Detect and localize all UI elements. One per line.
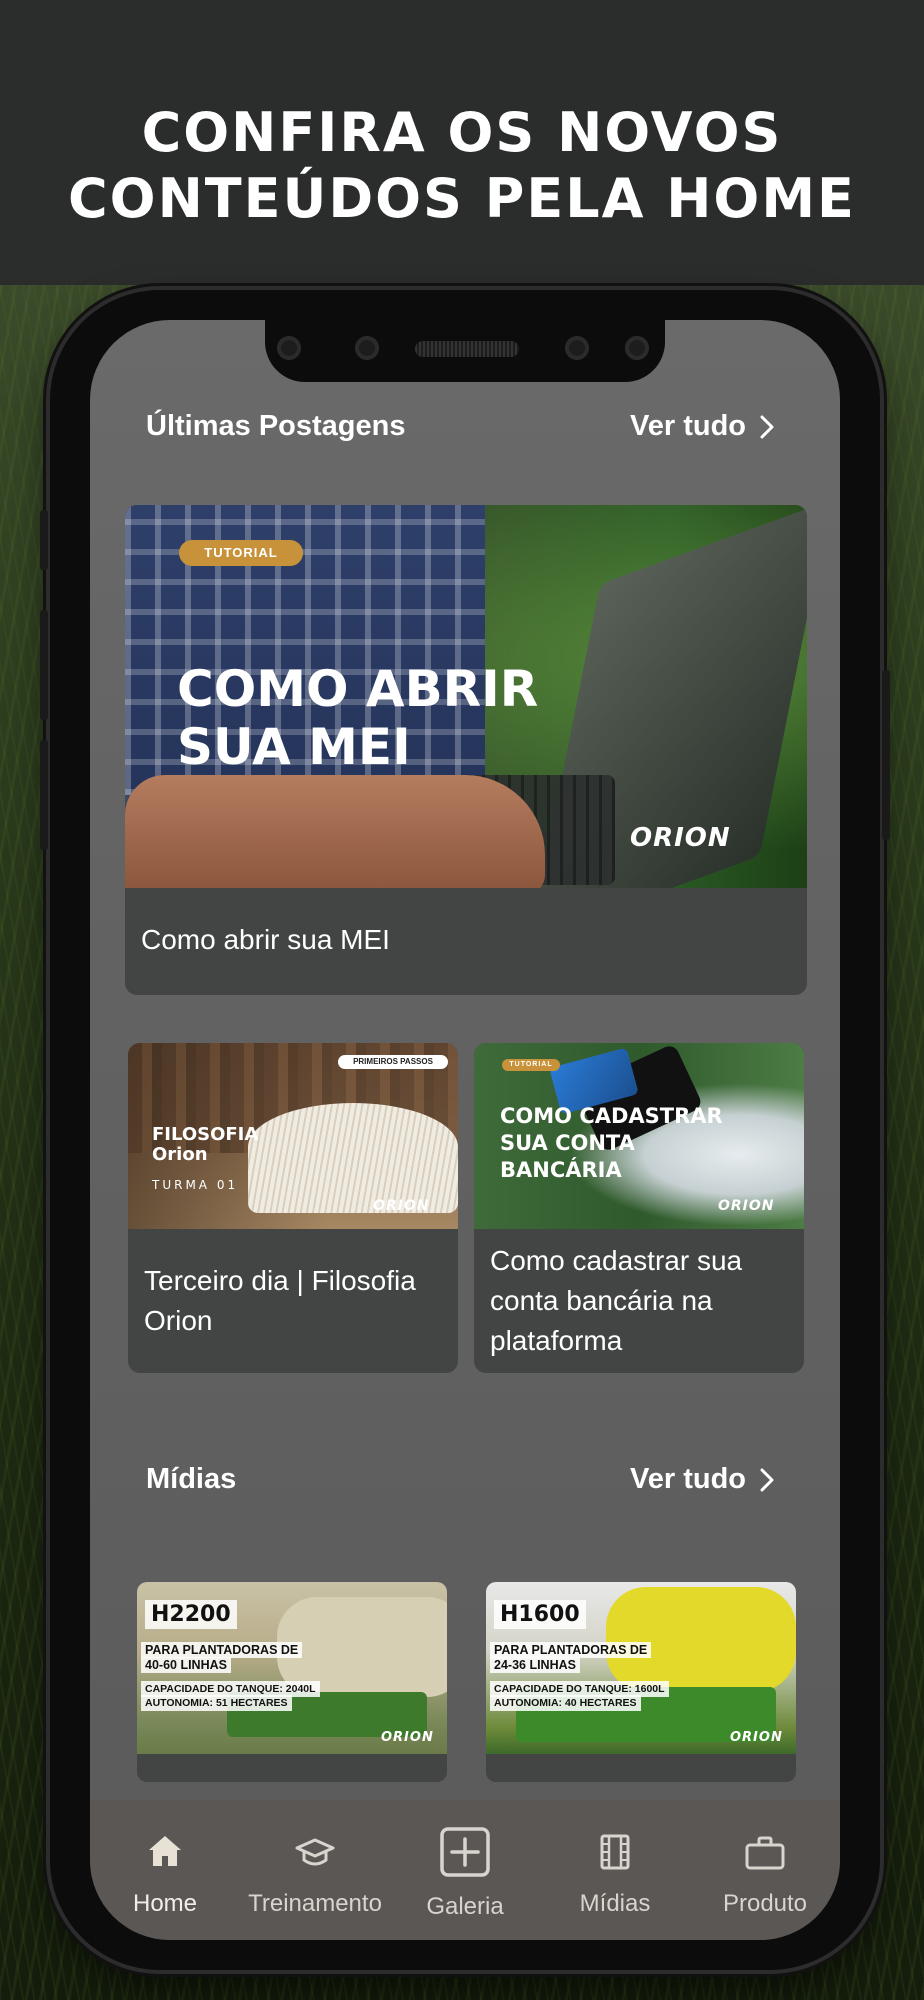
open-book-graphic: [248, 1103, 458, 1213]
tab-label: Treinamento: [248, 1890, 382, 1917]
overlay-line: COMO CADASTRAR: [500, 1104, 723, 1128]
sensor-icon: [355, 336, 379, 360]
post-thumbnail-conta-bancaria: TUTORIAL COMO CADASTRAR SUA CONTA BANCÁR…: [474, 1043, 804, 1229]
media-section-title: Mídias: [146, 1463, 237, 1495]
phone-notch: [265, 320, 665, 382]
post-caption-conta-bancaria: Como cadastrar sua conta bancária na pla…: [474, 1229, 804, 1361]
chevron-right-icon: [760, 1468, 774, 1491]
primeiros-passos-tag: PRIMEIROS PASSOS: [338, 1055, 448, 1069]
tab-midias[interactable]: Mídias: [540, 1800, 690, 1940]
media-sub-line: PARA PLANTADORAS DE: [141, 1642, 303, 1658]
filosofia-overlay-title: FILOSOFIA Orion: [152, 1125, 258, 1165]
overlay-line: SUA MEI: [177, 718, 411, 776]
caption-line: Terceiro dia | Filosofia: [144, 1265, 416, 1296]
plus-square-icon: [440, 1827, 490, 1877]
orion-logo: ORION: [718, 1198, 775, 1214]
media-see-all-button[interactable]: Ver tudo: [630, 1463, 778, 1496]
overlay-line: COMO ABRIR: [177, 660, 539, 718]
media-thumbnail-h2200: H2200 PARA PLANTADORAS DE 40-60 LINHAS C…: [137, 1582, 447, 1754]
tank-graphic: [606, 1587, 796, 1692]
featured-post-thumbnail: TUTORIAL COMO ABRIR SUA MEI ORION: [125, 505, 807, 888]
tab-label: Produto: [722, 1890, 808, 1917]
home-icon: [149, 1836, 181, 1866]
hand-graphic: [125, 775, 545, 888]
posts-see-all-button[interactable]: Ver tudo: [630, 410, 778, 443]
tab-produto[interactable]: Produto: [690, 1800, 840, 1940]
media-card-h2200[interactable]: H2200 PARA PLANTADORAS DE 40-60 LINHAS C…: [137, 1582, 447, 1782]
bottom-tab-bar: Home Treinamento Galeria Mídias Produto: [90, 1800, 840, 1940]
overlay-line: BANCÁRIA: [500, 1158, 622, 1182]
orion-logo: ORION: [730, 1730, 783, 1745]
tutorial-tag: TUTORIAL: [179, 540, 303, 566]
promo-headline: CONFIRA OS NOVOS CONTEÚDOS PELA HOME: [0, 100, 924, 232]
featured-post-card[interactable]: TUTORIAL COMO ABRIR SUA MEI ORION Como a…: [125, 505, 807, 995]
media-model-label: H1600: [494, 1600, 586, 1629]
posts-section-title: Últimas Postagens: [146, 410, 406, 442]
turma-label: TURMA 01: [152, 1178, 239, 1192]
see-all-label: Ver tudo: [630, 410, 747, 442]
orion-logo: ORION: [381, 1730, 434, 1745]
tab-galeria[interactable]: Galeria: [390, 1800, 540, 1940]
phone-volume-down: [40, 740, 48, 850]
tutorial-tag: TUTORIAL: [502, 1059, 560, 1071]
phone-volume-up: [40, 610, 48, 720]
post-caption-filosofia: Terceiro dia | Filosofia Orion: [128, 1229, 458, 1341]
tab-label: Home: [132, 1890, 198, 1917]
media-thumbnail-h1600: H1600 PARA PLANTADORAS DE 24-36 LINHAS C…: [486, 1582, 796, 1754]
post-thumbnail-filosofia: PRIMEIROS PASSOS FILOSOFIA Orion TURMA 0…: [128, 1043, 458, 1229]
briefcase-icon: [745, 1836, 785, 1870]
conta-bancaria-overlay-title: COMO CADASTRAR SUA CONTA BANCÁRIA: [500, 1103, 723, 1184]
media-sub-line: 40-60 LINHAS: [141, 1657, 231, 1673]
app-screen: Últimas Postagens Ver tudo TUTORIAL COMO…: [90, 320, 840, 1940]
phone-frame: Últimas Postagens Ver tudo TUTORIAL COMO…: [40, 290, 890, 1970]
overlay-line: FILOSOFIA: [152, 1124, 259, 1145]
tab-home[interactable]: Home: [90, 1800, 240, 1940]
caption-line: Como cadastrar sua: [490, 1245, 743, 1276]
media-spec-line: AUTONOMIA: 51 HECTARES: [141, 1695, 292, 1711]
media-sub-line: 24-36 LINHAS: [490, 1657, 580, 1673]
overlay-line: Orion: [152, 1144, 208, 1165]
featured-overlay-title: COMO ABRIR SUA MEI: [177, 660, 538, 776]
caption-line: conta bancária na: [490, 1285, 713, 1316]
media-sub-line: PARA PLANTADORAS DE: [490, 1642, 652, 1658]
phone-mute-switch: [40, 510, 48, 570]
post-card-conta-bancaria[interactable]: TUTORIAL COMO CADASTRAR SUA CONTA BANCÁR…: [474, 1043, 804, 1373]
see-all-label: Ver tudo: [630, 1463, 747, 1495]
tab-label: Galeria: [426, 1893, 504, 1920]
post-card-filosofia[interactable]: PRIMEIROS PASSOS FILOSOFIA Orion TURMA 0…: [128, 1043, 458, 1373]
chevron-right-icon: [760, 415, 774, 438]
media-card-h1600[interactable]: H1600 PARA PLANTADORAS DE 24-36 LINHAS C…: [486, 1582, 796, 1782]
headline-line-1: CONFIRA OS NOVOS: [141, 101, 783, 164]
sensor-icon: [625, 336, 649, 360]
media-spec-line: AUTONOMIA: 40 HECTARES: [490, 1695, 641, 1711]
phone-power-button: [882, 670, 890, 840]
caption-line: Orion: [144, 1305, 213, 1336]
orion-logo: ORION: [373, 1198, 430, 1214]
tab-treinamento[interactable]: Treinamento: [240, 1800, 390, 1940]
tab-label: Mídias: [579, 1890, 651, 1917]
graduation-cap-icon: [295, 1838, 335, 1866]
front-camera-icon: [565, 336, 589, 360]
featured-post-caption: Como abrir sua MEI: [141, 924, 390, 955]
earpiece-speaker: [415, 341, 519, 357]
overlay-line: SUA CONTA: [500, 1131, 635, 1155]
film-icon: [600, 1834, 630, 1870]
orion-logo: ORION: [630, 823, 731, 853]
caption-line: plataforma: [490, 1325, 623, 1356]
sensor-icon: [277, 336, 301, 360]
headline-line-2: CONTEÚDOS PELA HOME: [68, 167, 856, 230]
media-model-label: H2200: [145, 1600, 237, 1629]
